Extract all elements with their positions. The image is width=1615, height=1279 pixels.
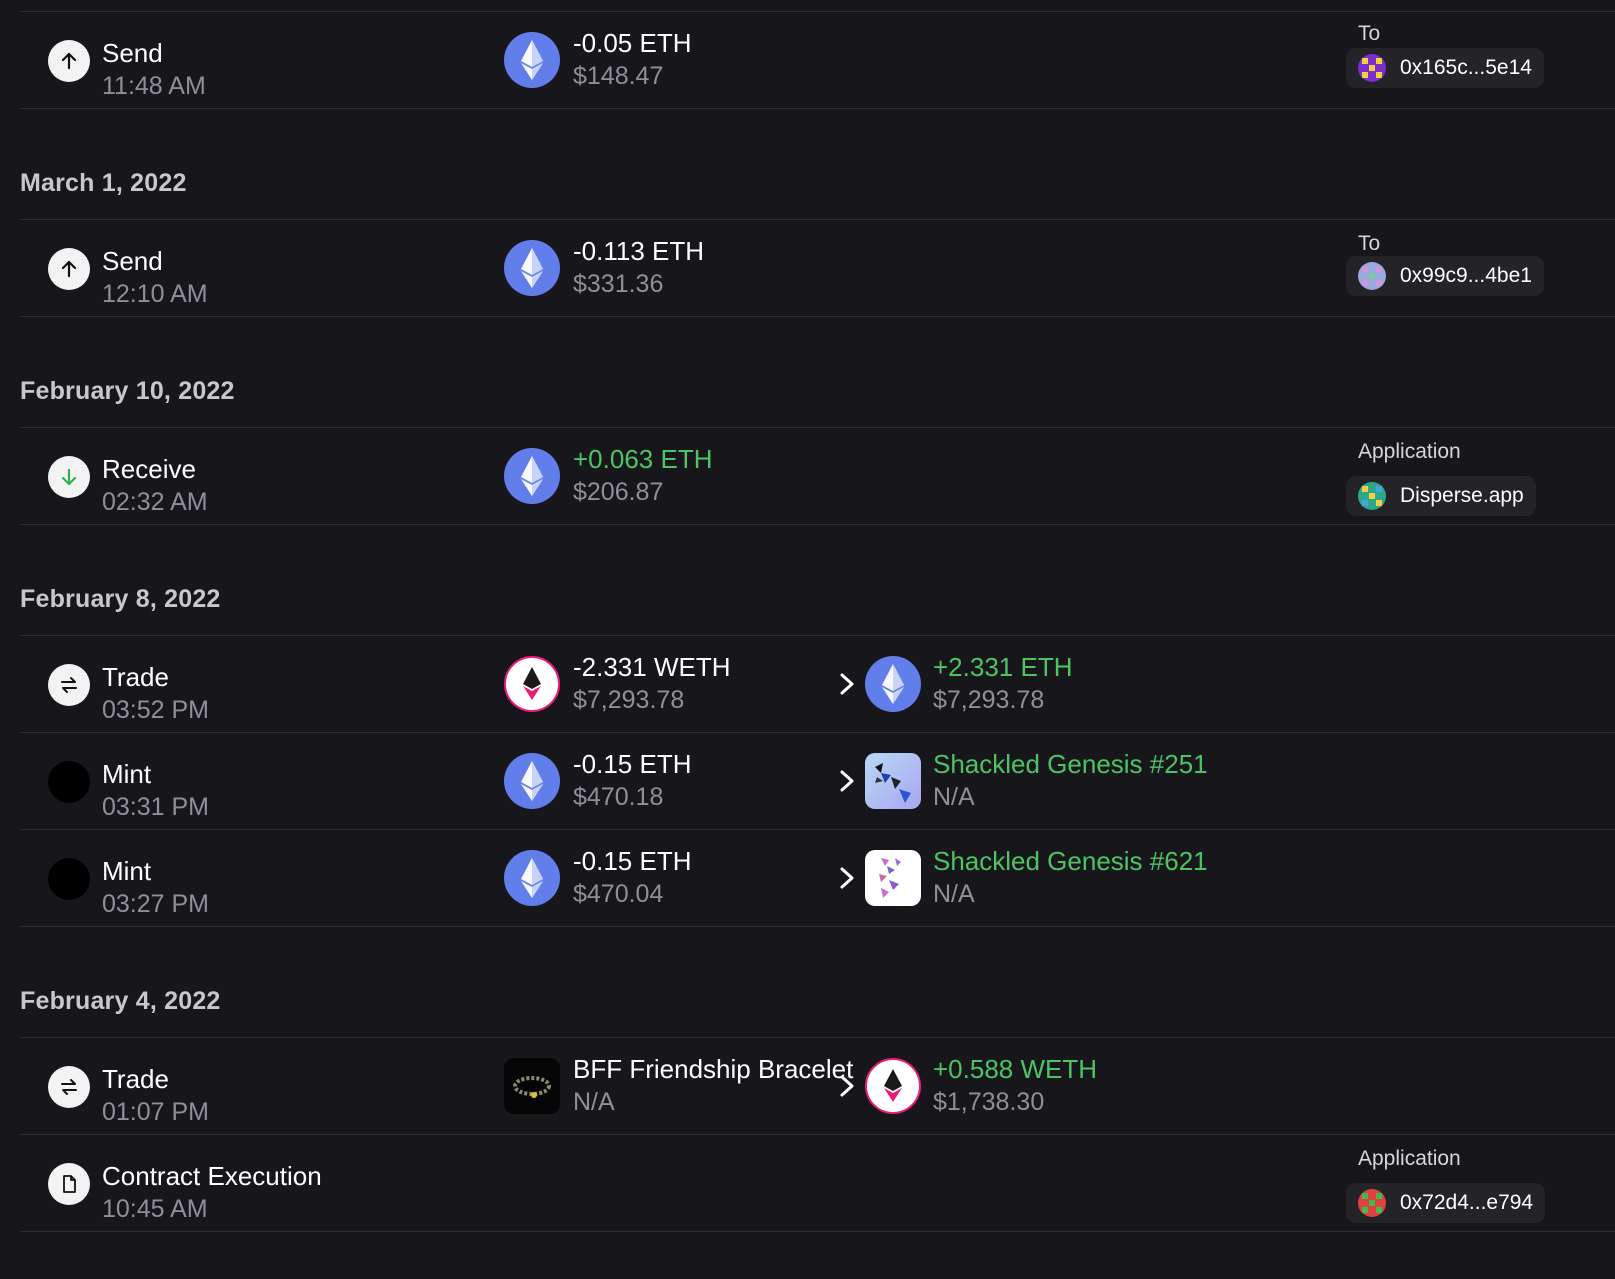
from-amount: -0.05 ETH [573,28,692,58]
date-group-header: February 4, 2022 [20,927,1615,1037]
swap-icon [48,664,90,706]
transaction-row-send-2[interactable]: Send 12:10 AM -0.113 ETH $331.36 To 0x99… [20,219,1615,317]
eth-token-icon [504,448,560,504]
from-value: $470.04 [573,880,664,908]
arrow-up-icon [48,40,90,82]
address-avatar [1358,1189,1386,1217]
counterparty-address: 0x72d4...e794 [1400,1191,1534,1214]
counterparty-label: To [1358,232,1381,255]
counterparty-label: To [1358,22,1381,45]
transaction-type: Mint [102,759,152,789]
transaction-time: 01:07 PM [102,1098,210,1126]
counterparty-label: Application [1358,1147,1461,1170]
nft-thumbnail [865,753,921,809]
date-group-header: February 8, 2022 [20,525,1615,635]
weth-token-icon [504,656,560,712]
transaction-time: 03:52 PM [102,696,210,724]
date-label: February 4, 2022 [20,987,221,1015]
counterparty-chip[interactable]: 0x165c...5e14 [1346,48,1544,88]
activity-list: Send 11:48 AM -0.05 ETH $148.47 To 0x165… [20,0,1615,1232]
document-icon [48,1163,90,1205]
transaction-time: 10:45 AM [102,1195,208,1223]
from-amount: -0.15 ETH [573,749,692,779]
date-label: February 10, 2022 [20,377,235,405]
transaction-type: Send [102,38,163,68]
weth-token-icon [865,1058,921,1114]
from-amount: -0.113 ETH [573,236,705,266]
from-value: $331.36 [573,270,664,298]
eth-token-icon [504,32,560,88]
to-value: N/A [933,880,975,908]
transaction-type: Contract Execution [102,1161,322,1191]
transaction-time: 11:48 AM [102,72,206,100]
nft-thumbnail [865,850,921,906]
eth-token-icon [865,656,921,712]
transaction-time: 12:10 AM [102,280,208,308]
date-label: March 1, 2022 [20,169,187,197]
transaction-type: Mint [102,856,152,886]
app-avatar [1358,482,1386,510]
from-amount: BFF Friendship Bracelet [573,1054,854,1084]
transaction-row-trade-1[interactable]: Trade 03:52 PM -2.331 WETH $7,293.78 +2.… [20,635,1615,732]
from-value: $7,293.78 [573,686,685,714]
transaction-row-send-1[interactable]: Send 11:48 AM -0.05 ETH $148.47 To 0x165… [20,11,1615,109]
transaction-time: 02:32 AM [102,488,208,516]
counterparty-name: Disperse.app [1400,484,1524,507]
to-amount: +2.331 ETH [933,652,1073,682]
from-value: $148.47 [573,62,664,90]
chevron-right-icon [836,865,858,891]
counterparty-label: Application [1358,440,1461,463]
from-amount: -0.15 ETH [573,846,692,876]
transaction-row-trade-2[interactable]: Trade 01:07 PM BFF Friendship Bracelet N… [20,1037,1615,1134]
eth-token-icon [504,850,560,906]
to-value: $1,738.30 [933,1088,1045,1116]
chevron-right-icon [836,671,858,697]
counterparty-address: 0x165c...5e14 [1400,56,1532,79]
eth-token-icon [504,240,560,296]
transaction-type: Send [102,246,163,276]
transaction-row-mint-2[interactable]: Mint 03:27 PM -0.15 ETH $470.04 Shackled… [20,829,1615,927]
transaction-type: Trade [102,662,169,692]
address-avatar [1358,262,1386,290]
transaction-type: Trade [102,1064,169,1094]
to-value: N/A [933,783,975,811]
from-amount: +0.063 ETH [573,444,713,474]
counterparty-chip[interactable]: Disperse.app [1346,476,1536,516]
to-amount: Shackled Genesis #621 [933,846,1208,876]
chevron-right-icon [836,1073,858,1099]
to-value: $7,293.78 [933,686,1045,714]
transaction-row-mint-1[interactable]: Mint 03:31 PM -0.15 ETH $470.18 Shackled… [20,732,1615,829]
eth-token-icon [504,753,560,809]
date-group-header: February 10, 2022 [20,317,1615,427]
arrow-down-icon [48,456,90,498]
transaction-time: 03:31 PM [102,793,210,821]
nft-thumbnail [504,1058,560,1114]
transaction-type: Receive [102,454,196,484]
transaction-row-contract[interactable]: Contract Execution 10:45 AM Application … [20,1134,1615,1232]
from-value: N/A [573,1088,615,1116]
from-amount: -2.331 WETH [573,652,731,682]
transaction-row-receive[interactable]: Receive 02:32 AM +0.063 ETH $206.87 Appl… [20,427,1615,525]
address-avatar [1358,54,1386,82]
counterparty-chip[interactable]: 0x72d4...e794 [1346,1183,1546,1223]
swap-icon [48,1066,90,1108]
arrow-up-icon [48,248,90,290]
chevron-right-icon [836,768,858,794]
counterparty-chip[interactable]: 0x99c9...4be1 [1346,256,1544,296]
counterparty-address: 0x99c9...4be1 [1400,264,1532,287]
transaction-time: 03:27 PM [102,890,210,918]
date-label: February 8, 2022 [20,585,221,613]
to-amount: +0.588 WETH [933,1054,1098,1084]
date-group-header: March 1, 2022 [20,109,1615,219]
black-dot-icon [48,761,90,803]
black-dot-icon [48,858,90,900]
from-value: $206.87 [573,478,664,506]
from-value: $470.18 [573,783,664,811]
to-amount: Shackled Genesis #251 [933,749,1208,779]
